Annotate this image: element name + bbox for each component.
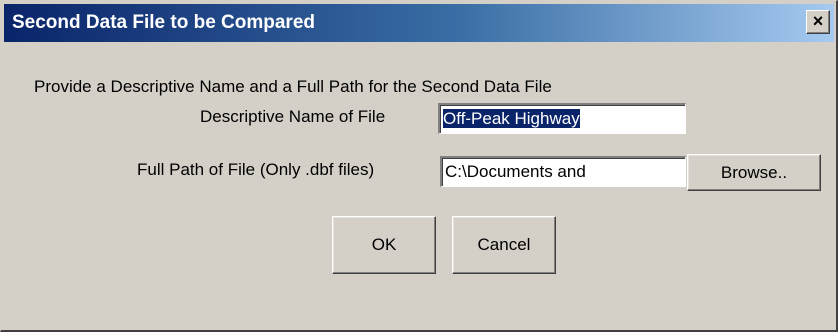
descriptive-name-label: Descriptive Name of File <box>200 107 386 126</box>
close-icon: × <box>812 11 824 31</box>
window-title: Second Data File to be Compared <box>12 12 315 33</box>
ok-button[interactable]: OK <box>332 216 436 274</box>
full-path-value: C:\Documents and <box>445 162 586 181</box>
descriptive-name-input[interactable]: Off-Peak Highway <box>438 103 686 134</box>
full-path-input[interactable]: C:\Documents and <box>440 156 686 187</box>
cancel-button[interactable]: Cancel <box>452 216 556 274</box>
browse-button[interactable]: Browse.. <box>687 154 821 191</box>
full-path-label: Full Path of File (Only .dbf files) <box>137 160 375 179</box>
dialog-window: Second Data File to be Compared × Provid… <box>0 0 838 332</box>
title-bar[interactable]: Second Data File to be Compared × <box>4 4 834 42</box>
descriptive-name-value: Off-Peak Highway <box>443 109 580 128</box>
instructions-text: Provide a Descriptive Name and a Full Pa… <box>34 77 552 96</box>
close-button[interactable]: × <box>806 10 830 34</box>
